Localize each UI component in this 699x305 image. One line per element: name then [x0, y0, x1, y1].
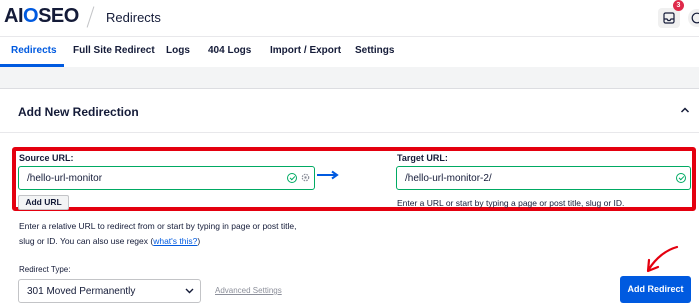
whats-this-link[interactable]: what's this?: [153, 236, 197, 246]
notification-count-badge: 3: [673, 0, 684, 11]
advanced-settings-link[interactable]: Advanced Settings: [215, 286, 282, 295]
source-url-help-line2: slug or ID. You can also use regex (what…: [19, 236, 201, 246]
add-redirect-button[interactable]: Add Redirect: [620, 276, 691, 303]
arrow-right-icon: [317, 170, 339, 180]
valid-check-icon: [676, 173, 686, 183]
top-bar: AIOSEO Redirects 3: [0, 0, 699, 36]
source-url-value: /hello-url-monitor: [27, 173, 103, 184]
add-url-button[interactable]: Add URL: [18, 195, 69, 210]
collapse-caret-icon[interactable]: [680, 106, 690, 114]
card-title: Add New Redirection: [18, 105, 139, 119]
redirect-type-select[interactable]: 301 Moved Permanently: [18, 279, 201, 303]
tab-logs[interactable]: Logs: [166, 45, 190, 56]
target-url-input[interactable]: /hello-url-monitor-2/: [396, 166, 691, 190]
tab-bar: Redirects Full Site Redirect Logs 404 Lo…: [0, 36, 699, 67]
tab-redirects[interactable]: Redirects: [11, 45, 57, 56]
title-separator: [86, 6, 95, 28]
tab-full-site-redirect[interactable]: Full Site Redirect: [73, 45, 155, 56]
aioseo-logo: AIOSEO: [4, 5, 79, 27]
chevron-down-icon: [185, 288, 194, 294]
inbox-icon: [663, 12, 675, 24]
redirect-type-value: 301 Moved Permanently: [27, 286, 136, 297]
target-url-help: Enter a URL or start by typing a page or…: [397, 198, 625, 208]
valid-check-icon: [287, 173, 297, 183]
target-url-label: Target URL:: [397, 153, 448, 163]
tab-import-export[interactable]: Import / Export: [270, 45, 341, 56]
target-url-value: /hello-url-monitor-2/: [405, 173, 492, 184]
help-button[interactable]: [688, 9, 699, 27]
page-title: Redirects: [106, 10, 161, 25]
card-divider: [0, 132, 699, 133]
source-url-input[interactable]: /hello-url-monitor: [18, 166, 315, 190]
source-url-label: Source URL:: [19, 153, 74, 163]
tab-settings[interactable]: Settings: [355, 45, 394, 56]
gear-icon[interactable]: [300, 172, 311, 183]
annotation-arrow-icon: [646, 245, 679, 273]
active-tab-indicator: [0, 64, 64, 67]
redirect-type-label: Redirect Type:: [19, 265, 71, 274]
source-url-help-line1: Enter a relative URL to redirect from or…: [19, 221, 297, 231]
notifications-button[interactable]: [658, 8, 680, 28]
tab-404-logs[interactable]: 404 Logs: [208, 45, 251, 56]
help-icon: [691, 12, 699, 24]
add-redirection-card: Add New Redirection Source URL: /hello-u…: [0, 88, 699, 305]
